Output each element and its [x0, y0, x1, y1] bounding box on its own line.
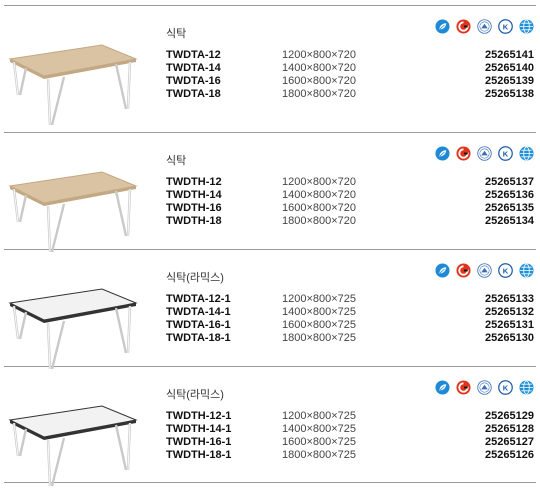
- spec-row: TWDTH-14-1 1400×800×725 25265128: [0, 423, 540, 436]
- product-code: 25265133: [485, 293, 534, 305]
- dimensions: 1400×800×725: [282, 306, 357, 318]
- spec-row: TWDTH-12 1200×800×720 25265137: [0, 176, 540, 189]
- eco-leaf-icon: [435, 19, 450, 34]
- dimensions: 1800×800×720: [282, 88, 357, 100]
- model-number: TWDTA-18: [166, 88, 221, 100]
- globe-icon: [519, 380, 534, 395]
- kc-mark-icon: K: [498, 380, 513, 395]
- quality-mark-icon: [456, 146, 471, 161]
- certification-icons: K: [435, 146, 534, 161]
- certification-icons: K: [435, 380, 534, 395]
- category-label: 식탁(라믹스): [166, 272, 224, 284]
- model-number: TWDTA-18-1: [166, 332, 231, 344]
- kc-mark-icon: K: [498, 19, 513, 34]
- environment-mark-icon: [477, 263, 492, 278]
- spec-row: TWDTA-14 1400×800×720 25265140: [0, 62, 540, 75]
- spec-row: TWDTA-16-1 1600×800×725 25265131: [0, 319, 540, 332]
- spec-row: TWDTH-18 1800×800×720 25265134: [0, 215, 540, 228]
- dimensions: 1600×800×725: [282, 319, 357, 331]
- dimensions: 1200×800×725: [282, 410, 357, 422]
- dimensions: 1400×800×725: [282, 423, 357, 435]
- product-code: 25265135: [485, 202, 534, 214]
- spec-row: TWDTH-14 1400×800×720 25265136: [0, 189, 540, 202]
- category-label: 식탁: [166, 155, 187, 167]
- eco-leaf-icon: [435, 380, 450, 395]
- dimensions: 1400×800×720: [282, 189, 357, 201]
- model-number: TWDTH-16-1: [166, 436, 232, 448]
- model-number: TWDTA-12: [166, 49, 221, 61]
- product-code: 25265134: [485, 215, 534, 227]
- product-code: 25265128: [485, 423, 534, 435]
- environment-mark-icon: [477, 380, 492, 395]
- product-code: 25265136: [485, 189, 534, 201]
- product-code: 25265138: [485, 88, 534, 100]
- dimensions: 1400×800×720: [282, 62, 357, 74]
- model-number: TWDTH-16: [166, 202, 222, 214]
- spec-row: TWDTH-16 1600×800×720 25265135: [0, 202, 540, 215]
- dimensions: 1200×800×725: [282, 293, 357, 305]
- globe-icon: [519, 146, 534, 161]
- svg-text:K: K: [503, 383, 509, 392]
- dimensions: 1200×800×720: [282, 49, 357, 61]
- svg-text:K: K: [503, 22, 509, 31]
- spec-row: TWDTA-16 1600×800×720 25265139: [0, 75, 540, 88]
- spec-row: TWDTH-12-1 1200×800×725 25265129: [0, 410, 540, 423]
- section-divider: [4, 132, 536, 133]
- category-label: 식탁: [166, 28, 187, 40]
- certification-icons: K: [435, 263, 534, 278]
- spec-row: TWDTA-18 1800×800×720 25265138: [0, 88, 540, 101]
- environment-mark-icon: [477, 19, 492, 34]
- model-number: TWDTA-14: [166, 62, 221, 74]
- model-number: TWDTH-14-1: [166, 423, 232, 435]
- product-code: 25265131: [485, 319, 534, 331]
- product-code: 25265129: [485, 410, 534, 422]
- product-code: 25265132: [485, 306, 534, 318]
- dimensions: 1800×800×725: [282, 449, 357, 461]
- product-code: 25265126: [485, 449, 534, 461]
- model-number: TWDTA-16-1: [166, 319, 231, 331]
- dimensions: 1800×800×725: [282, 332, 357, 344]
- spec-row: TWDTA-12-1 1200×800×725 25265133: [0, 293, 540, 306]
- model-number: TWDTH-18: [166, 215, 222, 227]
- product-code: 25265130: [485, 332, 534, 344]
- svg-text:K: K: [503, 149, 509, 158]
- model-number: TWDTH-14: [166, 189, 222, 201]
- eco-leaf-icon: [435, 146, 450, 161]
- model-number: TWDTA-12-1: [166, 293, 231, 305]
- quality-mark-icon: [456, 19, 471, 34]
- svg-text:K: K: [503, 266, 509, 275]
- dimensions: 1600×800×720: [282, 202, 357, 214]
- product-code: 25265141: [485, 49, 534, 61]
- model-number: TWDTH-12-1: [166, 410, 232, 422]
- model-number: TWDTH-12: [166, 176, 222, 188]
- dimensions: 1600×800×725: [282, 436, 357, 448]
- environment-mark-icon: [477, 146, 492, 161]
- product-code: 25265139: [485, 75, 534, 87]
- category-label: 식탁(라믹스): [166, 389, 224, 401]
- dimensions: 1800×800×720: [282, 215, 357, 227]
- model-number: TWDTA-14-1: [166, 306, 231, 318]
- kc-mark-icon: K: [498, 263, 513, 278]
- kc-mark-icon: K: [498, 146, 513, 161]
- eco-leaf-icon: [435, 263, 450, 278]
- spec-row: TWDTH-16-1 1600×800×725 25265127: [0, 436, 540, 449]
- certification-icons: K: [435, 19, 534, 34]
- model-number: TWDTA-16: [166, 75, 221, 87]
- globe-icon: [519, 19, 534, 34]
- section-divider: [4, 5, 536, 6]
- globe-icon: [519, 263, 534, 278]
- spec-row: TWDTA-14-1 1400×800×725 25265132: [0, 306, 540, 319]
- spec-row: TWDTA-12 1200×800×720 25265141: [0, 49, 540, 62]
- product-code: 25265140: [485, 62, 534, 74]
- product-code: 25265127: [485, 436, 534, 448]
- dimensions: 1200×800×720: [282, 176, 357, 188]
- quality-mark-icon: [456, 380, 471, 395]
- spec-row: TWDTA-18-1 1800×800×725 25265130: [0, 332, 540, 345]
- model-number: TWDTH-18-1: [166, 449, 232, 461]
- product-code: 25265137: [485, 176, 534, 188]
- quality-mark-icon: [456, 263, 471, 278]
- dimensions: 1600×800×720: [282, 75, 357, 87]
- spec-row: TWDTH-18-1 1800×800×725 25265126: [0, 449, 540, 462]
